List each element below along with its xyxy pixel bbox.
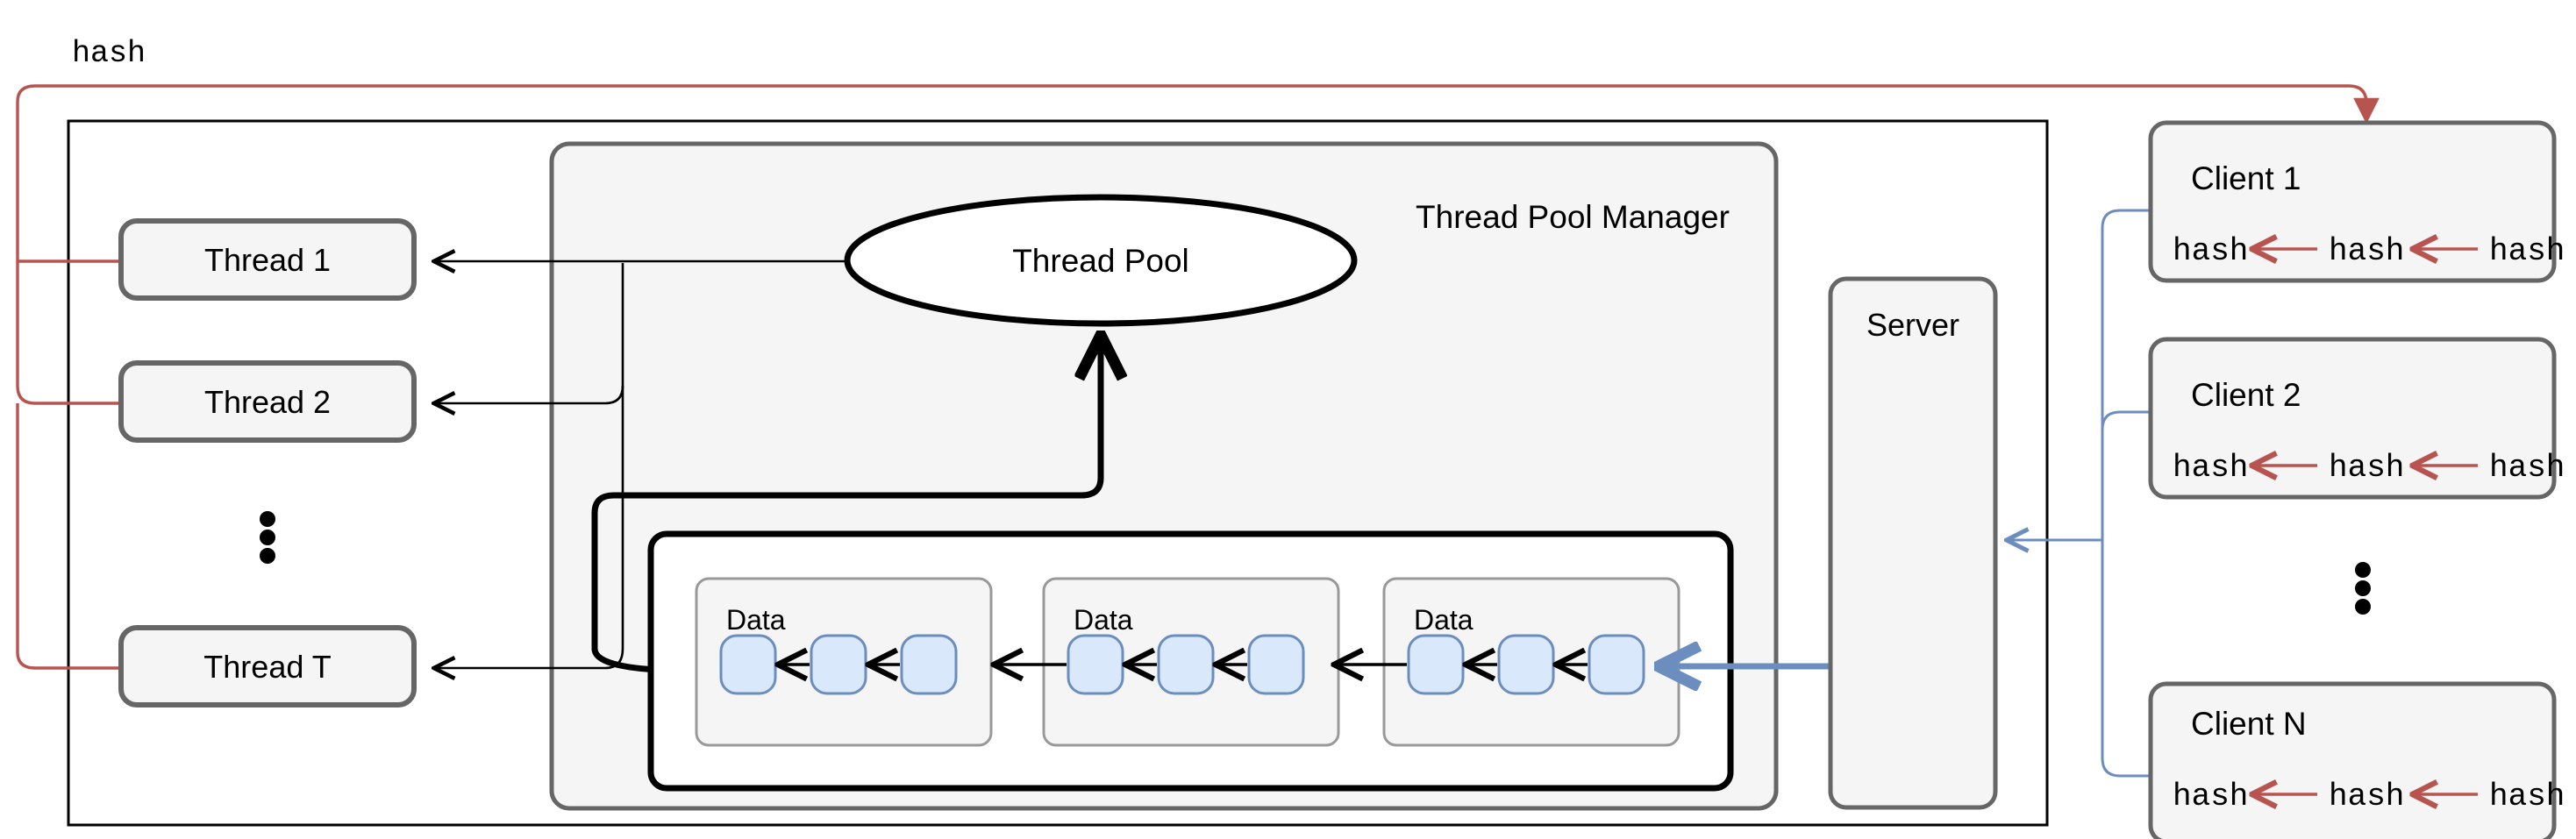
clients-ellipsis-dot (2355, 562, 2371, 578)
thread-pool-label: Thread Pool (1012, 243, 1189, 279)
client-2-hash-1: hash (2173, 450, 2248, 486)
thread-t-label: Thread T (203, 649, 331, 685)
diagram-canvas: hash Thread 1 Thread 2 Thread T Thread P… (0, 0, 2576, 839)
client-1-hash-1: hash (2173, 233, 2248, 269)
threads-ellipsis-dot (260, 530, 275, 545)
data-node (719, 634, 777, 695)
thread-2-label: Thread 2 (204, 384, 331, 420)
data-node (1247, 634, 1305, 695)
client-n-hash-2: hash (2329, 779, 2404, 814)
data-node (1157, 634, 1215, 695)
clients-bus-branch-c1 (2101, 209, 2154, 229)
architecture-diagram: hash Thread 1 Thread 2 Thread T Thread P… (16, 36, 2565, 839)
client-1-label: Client 1 (2191, 160, 2301, 196)
client-1-hash-3: hash (2489, 233, 2565, 269)
data-node (1497, 634, 1555, 695)
client-2-label: Client 2 (2191, 377, 2301, 413)
threads-ellipsis-dot (260, 511, 275, 527)
data-node (1407, 634, 1465, 695)
data-node (1067, 634, 1124, 695)
clients-ellipsis-dot (2355, 599, 2371, 615)
server-box (1828, 276, 1998, 810)
thread-pool-manager-label: Thread Pool Manager (1416, 199, 1730, 235)
client-n-label: Client N (2191, 706, 2307, 742)
data-block-label: Data (1074, 604, 1133, 636)
client-n-hash-1: hash (2173, 779, 2248, 814)
thread-1-label: Thread 1 (204, 242, 331, 278)
data-node (900, 634, 958, 695)
clients-ellipsis-dot (2355, 580, 2371, 596)
client-2-hash-2: hash (2329, 450, 2404, 486)
data-block-label: Data (726, 604, 786, 636)
clients-bus-branch-c2 (2101, 410, 2154, 430)
client-n-hash-3: hash (2489, 779, 2565, 814)
threads-ellipsis-dot (260, 548, 275, 564)
clients-bus-branch-cn (2101, 540, 2154, 778)
client-1-hash-2: hash (2329, 233, 2404, 269)
data-node (810, 634, 867, 695)
server-label: Server (1866, 307, 1959, 343)
data-node (1588, 634, 1645, 695)
hash-edge-label: hash (72, 36, 146, 71)
client-2-hash-3: hash (2489, 450, 2565, 486)
data-block-label: Data (1414, 604, 1474, 636)
